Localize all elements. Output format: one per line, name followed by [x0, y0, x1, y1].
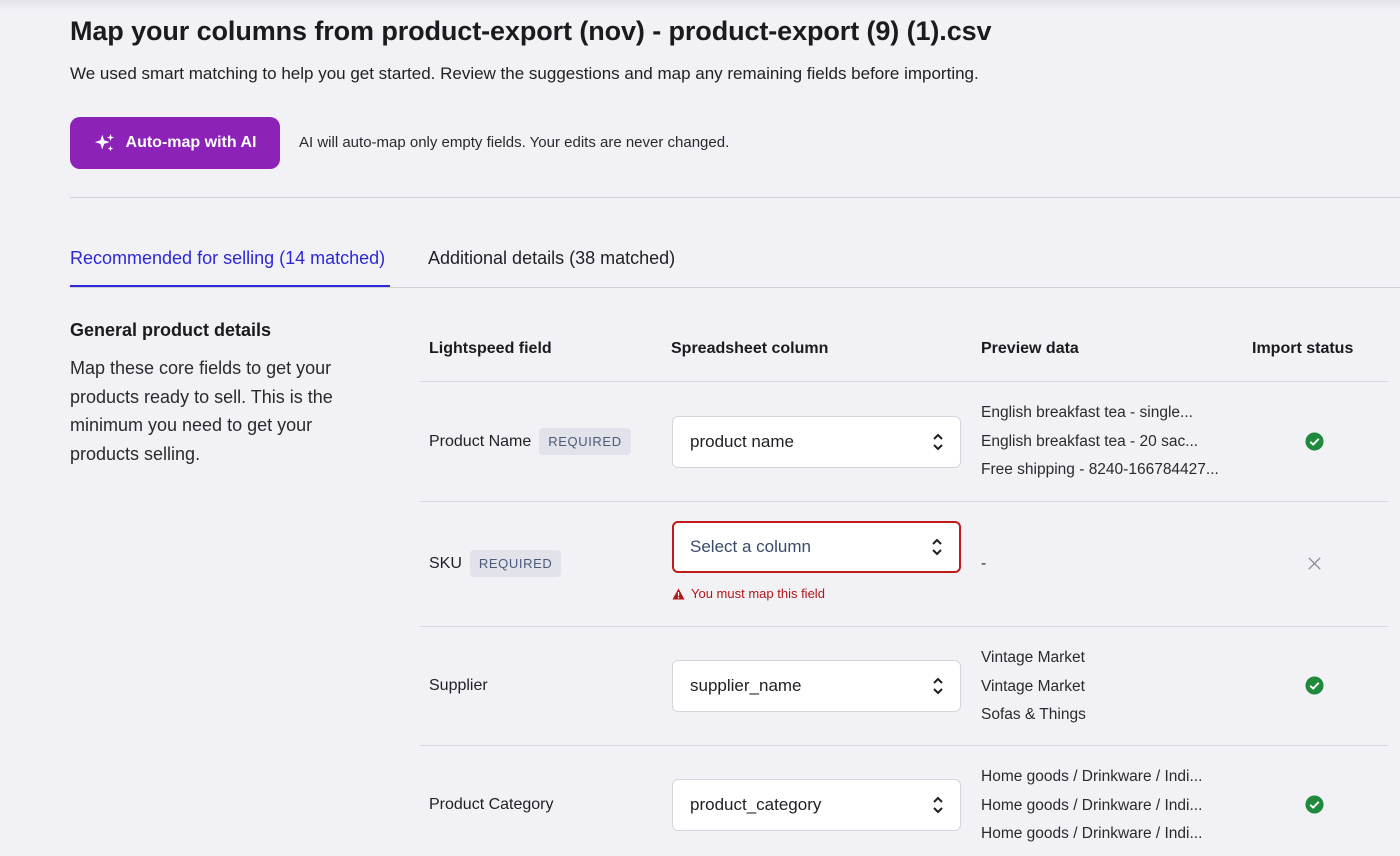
top-shadow: [0, 0, 1400, 10]
preview-value: English breakfast tea - 20 sac...: [981, 432, 1199, 450]
preview-value: Home goods / Drinkware / Indi...: [981, 825, 1203, 842]
tab-bar-divider: [70, 287, 1400, 288]
required-badge: REQUIRED: [469, 550, 562, 577]
check-circle-icon: [1305, 432, 1324, 451]
row-divider: [420, 381, 1388, 382]
field-label: Supplier: [429, 677, 488, 694]
section-description: Map these core fields to get your produc…: [70, 358, 333, 464]
sort-arrows-icon: [932, 538, 942, 556]
divider: [70, 197, 1400, 198]
sort-arrows-icon: [933, 677, 943, 695]
field-supplier: Supplier: [429, 677, 488, 695]
row-divider: [420, 626, 1388, 627]
column-select-product-name[interactable]: product name: [672, 416, 961, 468]
column-header-lightspeed-field: Lightspeed field: [429, 340, 552, 357]
required-badge: REQUIRED: [539, 428, 631, 455]
validation-error: You must map this field: [672, 586, 825, 601]
preview-value: English breakfast tea - single...: [981, 404, 1193, 421]
preview-value: Vintage Market: [981, 649, 1085, 666]
auto-map-ai-button[interactable]: Auto-map with AI: [70, 117, 280, 169]
column-header-spreadsheet-column: Spreadsheet column: [671, 340, 829, 357]
column-select-product-category[interactable]: product_category: [672, 779, 961, 831]
sort-arrows-icon: [933, 796, 943, 814]
page-title: Map your columns from product-export (no…: [70, 16, 992, 46]
check-circle-icon: [1305, 676, 1324, 695]
field-label: SKU: [429, 554, 462, 572]
row-divider: [420, 745, 1388, 746]
preview-value: Home goods / Drinkware / Indi...: [981, 796, 1203, 814]
select-value: product name: [690, 432, 794, 451]
column-select-sku[interactable]: Select a column: [672, 521, 961, 573]
sort-arrows-icon: [933, 433, 943, 451]
field-label: Product Name: [429, 432, 532, 450]
auto-map-note: AI will auto-map only empty fields. Your…: [299, 134, 730, 151]
field-sku: SKU REQUIRED: [429, 550, 562, 577]
column-header-import-status: Import status: [1252, 340, 1354, 357]
warning-icon: [672, 587, 685, 600]
column-header-preview-data: Preview data: [981, 340, 1079, 357]
preview-value: Home goods / Drinkware / Indi...: [981, 768, 1203, 785]
auto-map-ai-label: Auto-map with AI: [125, 134, 257, 151]
page-subtitle: We used smart matching to help you get s…: [70, 64, 979, 83]
field-product-name: Product Name REQUIRED: [429, 428, 631, 455]
preview-value: Sofas & Things: [981, 706, 1086, 723]
check-circle-icon: [1305, 795, 1324, 814]
preview-value: -: [981, 555, 987, 572]
tab-additional-details[interactable]: Additional details (38 matched): [428, 238, 675, 288]
row-divider: [420, 501, 1388, 502]
preview-value: Vintage Market: [981, 677, 1085, 695]
preview-value: Free shipping - 8240-166784427...: [981, 461, 1219, 478]
sparkle-icon: [94, 133, 114, 152]
field-product-category: Product Category: [429, 796, 554, 814]
column-select-supplier[interactable]: supplier_name: [672, 660, 961, 712]
tab-bar: Recommended for selling (14 matched) Add…: [70, 238, 1400, 288]
close-icon: [1308, 557, 1321, 570]
section-heading: General product details: [70, 320, 272, 340]
select-value: supplier_name: [690, 676, 802, 695]
error-text: You must map this field: [691, 586, 825, 601]
preview-sku: -: [981, 550, 986, 579]
preview-product-name: English breakfast tea - single... Englis…: [981, 399, 1219, 485]
select-placeholder: Select a column: [690, 537, 811, 556]
select-value: product_category: [690, 795, 822, 814]
preview-product-category: Home goods / Drinkware / Indi... Home go…: [981, 763, 1202, 849]
field-label: Product Category: [429, 796, 554, 813]
tab-recommended-for-selling[interactable]: Recommended for selling (14 matched): [70, 238, 390, 288]
preview-supplier: Vintage Market Vintage Market Sofas & Th…: [981, 644, 1086, 730]
